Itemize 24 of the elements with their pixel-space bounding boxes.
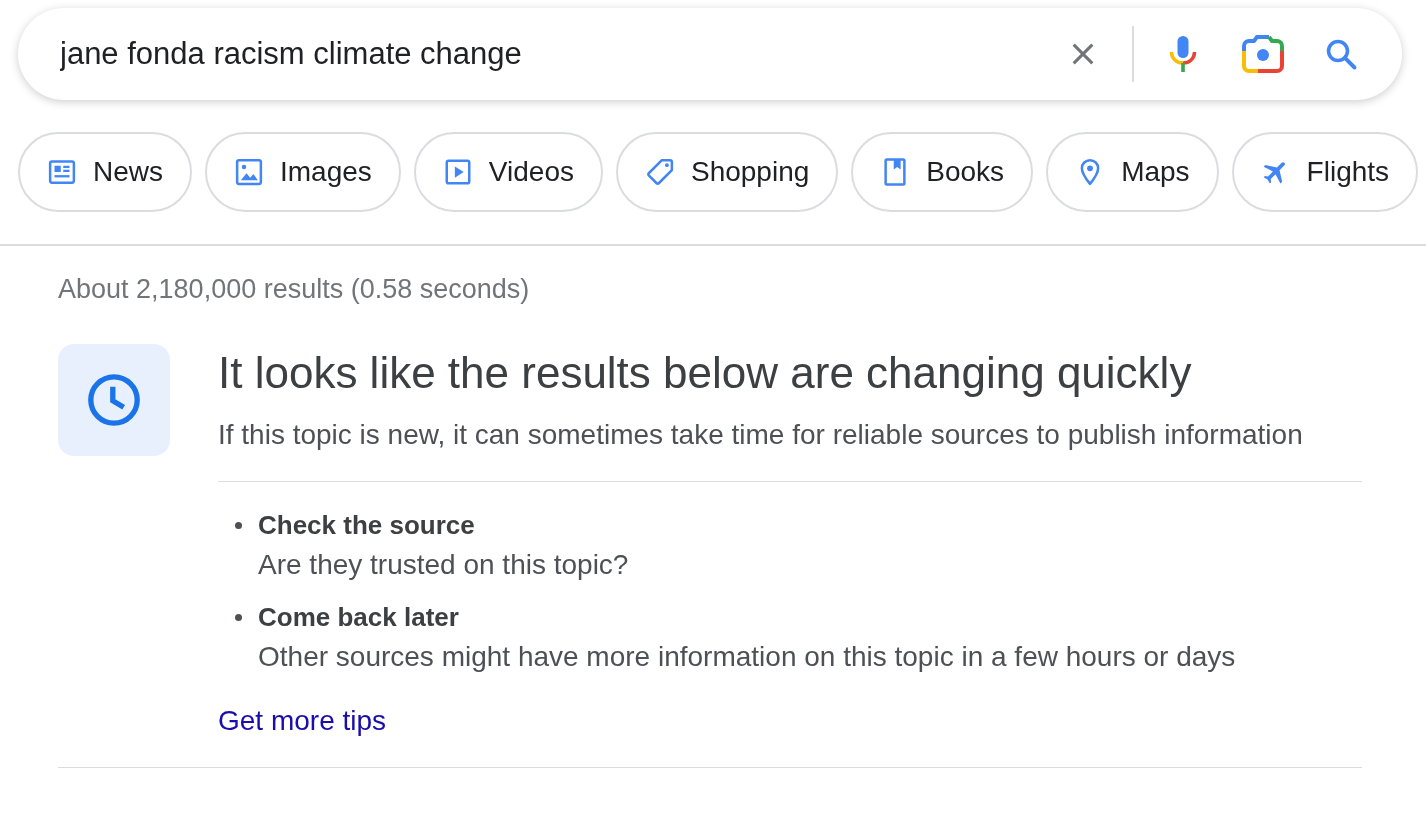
search-input[interactable]: jane fonda racism climate change (60, 30, 1053, 78)
filter-chip[interactable]: Images (205, 132, 401, 212)
filter-chip[interactable]: Flights (1231, 132, 1419, 212)
filter-chip[interactable]: News (18, 132, 192, 212)
results-stats: About 2,180,000 results (0.58 seconds) (58, 273, 530, 305)
tip-text: Are they trusted on this topic? (258, 548, 629, 582)
filter-chip[interactable]: Maps (1046, 132, 1219, 212)
filter-chip[interactable]: Books (851, 132, 1034, 212)
camera-icon (1242, 35, 1284, 73)
notice-subtitle: If this topic is new, it can sometimes take time for reliable sources to publish information (218, 418, 1303, 452)
bullet-icon (235, 614, 242, 621)
bullet-icon (235, 522, 242, 529)
tag-icon (644, 157, 675, 187)
filter-chip[interactable]: Shopping (615, 132, 839, 212)
notice-title: It looks like the results below are changing quickly (218, 347, 1192, 399)
clock-icon (58, 344, 170, 456)
more-tips-link[interactable]: Get more tips (218, 703, 387, 739)
newspaper-icon (47, 157, 77, 187)
tip-text: Other sources might have more information on this topic in a few hours or days (258, 640, 1236, 674)
tip-title: Come back later (258, 601, 459, 634)
image-icon (234, 157, 264, 187)
tip-title: Check the source (258, 509, 475, 542)
filter-chip[interactable]: Videos (413, 132, 603, 212)
microphone-icon (1168, 34, 1198, 74)
